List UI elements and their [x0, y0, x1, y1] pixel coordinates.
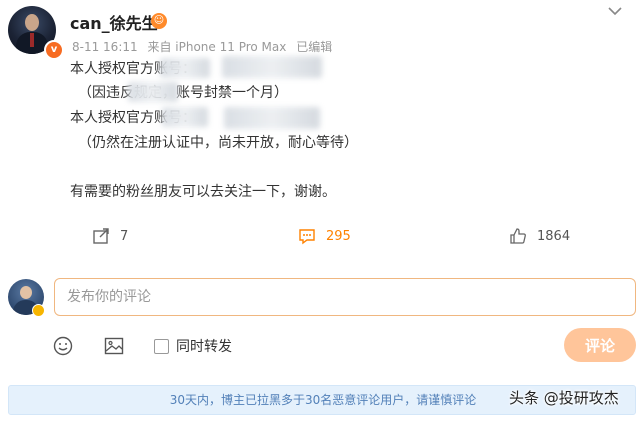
- user-badge-icon: [32, 304, 45, 317]
- blur-mask: [224, 107, 320, 129]
- also-repost-toggle[interactable]: 同时转发: [154, 336, 232, 356]
- emoji-icon: [53, 336, 73, 356]
- post-meta: 8-11 16:11 来自 iPhone 11 Pro Max 已编辑: [72, 38, 338, 55]
- blur-mask: [222, 56, 322, 78]
- verified-badge-icon: v: [44, 40, 64, 60]
- repost-checkbox[interactable]: [154, 338, 169, 354]
- blur-mask: [162, 107, 208, 127]
- comment-icon: [299, 229, 315, 245]
- image-icon: [104, 337, 124, 355]
- post-line-5: 有需要的粉丝朋友可以去关注一下，谢谢。: [70, 184, 336, 200]
- repost-count: 7: [120, 228, 129, 244]
- author-name[interactable]: can_徐先生: [70, 10, 158, 34]
- repost-icon: [93, 228, 109, 244]
- post-edited[interactable]: 已编辑: [296, 40, 332, 54]
- comment-input[interactable]: [54, 278, 636, 316]
- post-date[interactable]: 8-11 16:11: [72, 40, 138, 54]
- image-upload-button[interactable]: [104, 335, 124, 357]
- post-line-2: （因违反规定，账号封禁一个月）: [78, 85, 288, 101]
- thumbs-up-icon: [510, 228, 526, 244]
- more-options-icon[interactable]: [608, 4, 622, 20]
- watermark-text: 头条 @投研攻杰: [509, 389, 619, 407]
- emoji-button[interactable]: [53, 335, 73, 357]
- comment-action[interactable]: 295: [298, 224, 351, 248]
- repost-checkbox-label: 同时转发: [176, 339, 232, 355]
- like-action[interactable]: 1864: [509, 224, 570, 248]
- post-line-4: （仍然在注册认证中，尚未开放，耐心等待）: [78, 135, 358, 151]
- blur-mask: [128, 82, 178, 102]
- blur-mask: [160, 58, 210, 78]
- vip-emoji-icon: ☺: [151, 13, 167, 29]
- post-source: 来自 iPhone 11 Pro Max: [147, 40, 287, 54]
- submit-comment-button[interactable]: 评论: [564, 328, 636, 362]
- repost-action[interactable]: 7: [92, 224, 128, 248]
- like-count: 1864: [537, 228, 571, 244]
- comment-count: 295: [326, 228, 351, 244]
